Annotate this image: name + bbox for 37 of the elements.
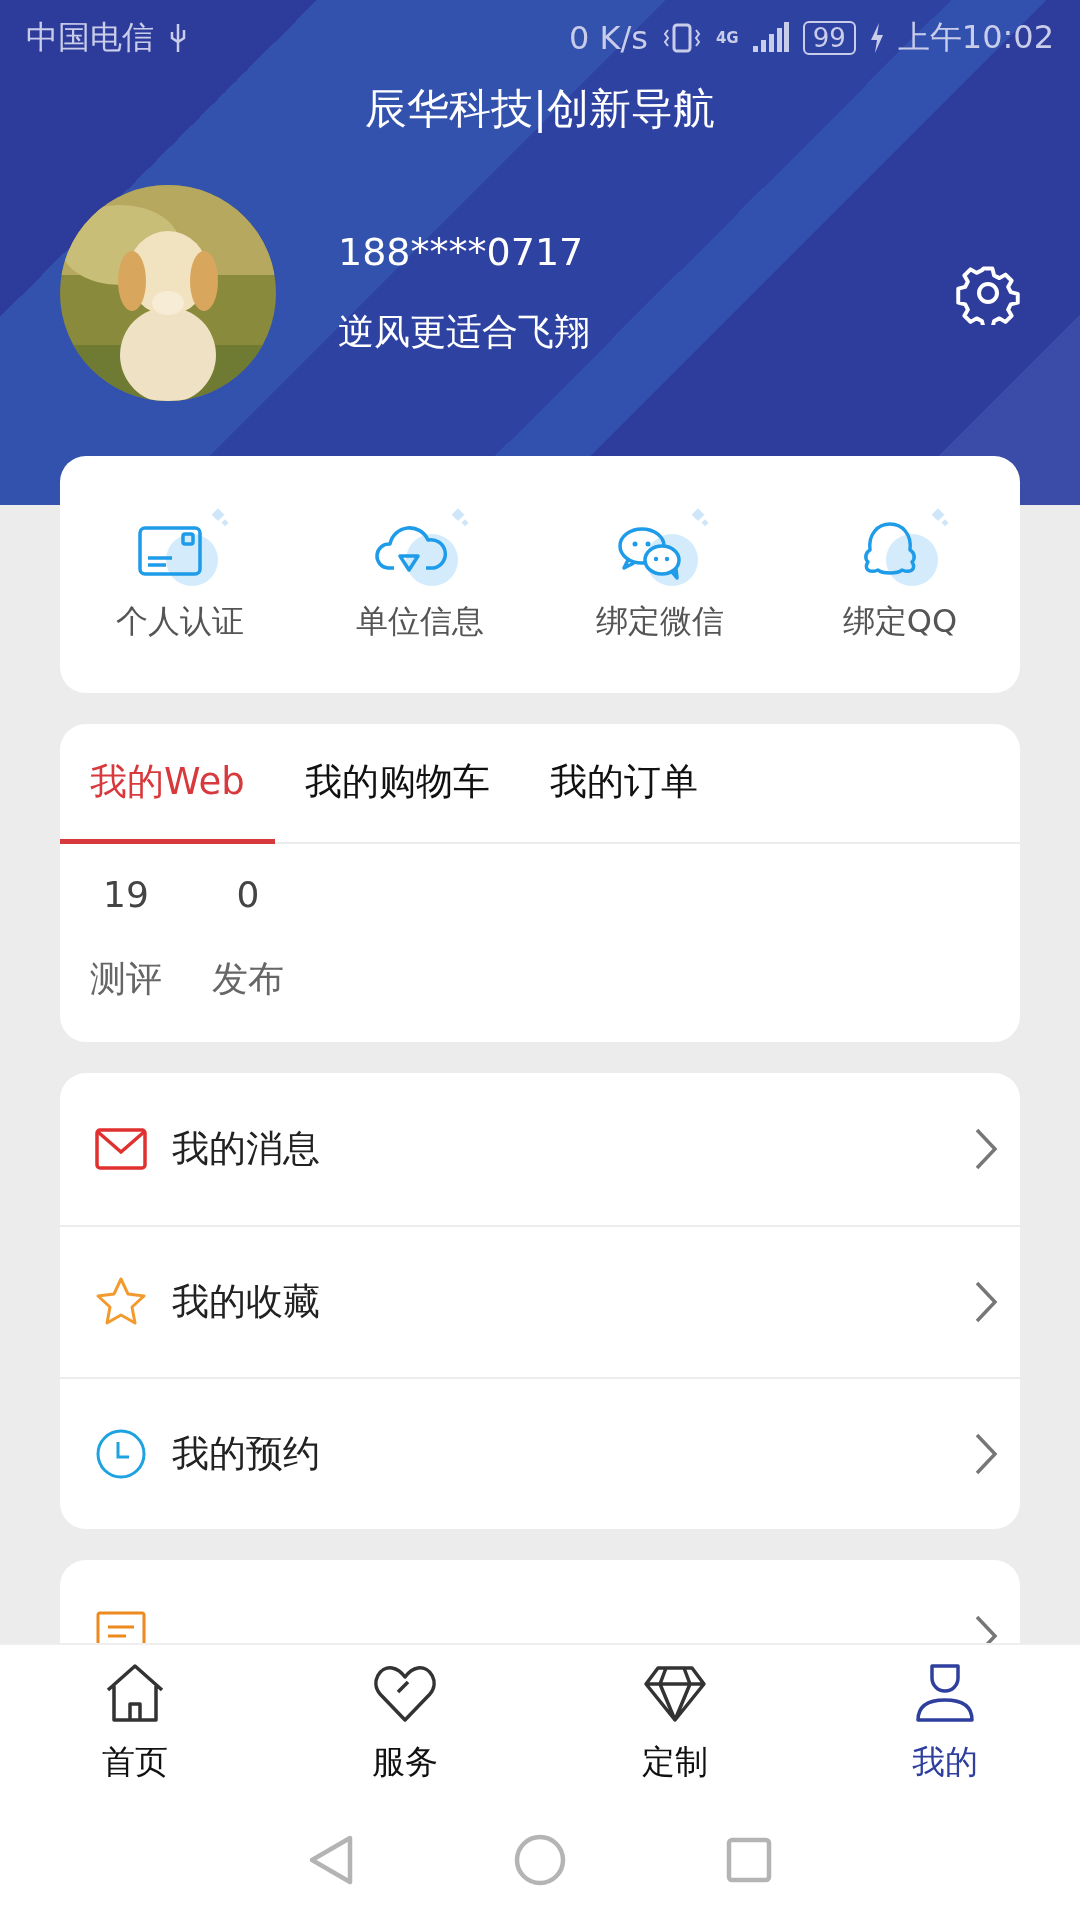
- usb-icon: [168, 21, 188, 54]
- home-button-icon[interactable]: [514, 1834, 566, 1886]
- user-motto: 逆风更适合飞翔: [338, 309, 591, 354]
- stat-value: 0: [236, 874, 260, 915]
- chevron-right-icon: [974, 1127, 998, 1171]
- quick-action[interactable]: 绑定微信: [540, 505, 780, 644]
- stat-value: 19: [103, 874, 149, 915]
- phone-number: 188****0717: [338, 229, 585, 274]
- clock-time: 上午10:02: [897, 16, 1054, 58]
- stat-label: 发布: [212, 957, 284, 1001]
- nav-item[interactable]: 首页: [0, 1645, 270, 1800]
- battery-level: 99: [802, 20, 856, 55]
- quick-action[interactable]: 单位信息: [300, 505, 540, 644]
- charging-icon: [869, 22, 884, 53]
- quick-action[interactable]: 绑定QQ: [780, 505, 1020, 644]
- recent-apps-icon[interactable]: [726, 1837, 772, 1883]
- menu-item[interactable]: 我的预约: [60, 1377, 1020, 1529]
- quick-action[interactable]: 个人认证: [60, 505, 300, 644]
- chevron-right-icon: [974, 1280, 998, 1324]
- signal-icon: [752, 21, 789, 54]
- carrier-label: 中国电信: [26, 16, 154, 58]
- menu-item[interactable]: 我的收藏: [60, 1225, 1020, 1377]
- network-type: 4G: [715, 28, 739, 47]
- stat-label: 测评: [90, 957, 162, 1001]
- nav-item[interactable]: 我的: [810, 1645, 1080, 1800]
- tab[interactable]: 我的Web: [60, 724, 275, 844]
- network-speed: 0 K/s: [568, 18, 648, 57]
- tab[interactable]: 我的购物车: [274, 724, 520, 844]
- menu-item[interactable]: 我的消息: [60, 1073, 1020, 1225]
- vibrate-icon: [661, 21, 702, 54]
- clock-icon: [94, 1427, 148, 1481]
- tab[interactable]: 我的订单: [519, 724, 728, 844]
- app-title: 辰华科技|创新导航: [363, 83, 717, 135]
- nav-item[interactable]: 定制: [540, 1645, 810, 1800]
- back-icon[interactable]: [308, 1834, 354, 1886]
- nav-item[interactable]: 服务: [270, 1645, 540, 1800]
- chevron-right-icon: [974, 1432, 998, 1476]
